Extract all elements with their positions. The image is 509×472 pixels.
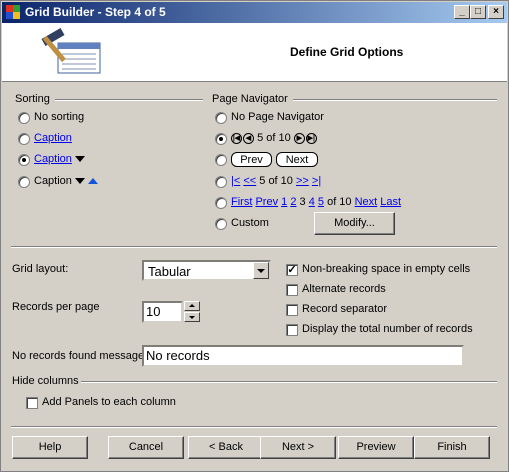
maximize-button[interactable]: □ bbox=[470, 5, 486, 19]
app-icon bbox=[6, 5, 20, 19]
no-records-input[interactable]: No records bbox=[142, 345, 464, 367]
nav-prev-symbol: << bbox=[243, 175, 257, 187]
grid-builder-window: Grid Builder - Step 4 of 5 _ □ × Define … bbox=[0, 0, 509, 472]
last-page-icon: ▶| bbox=[305, 132, 317, 144]
grid-layout-label: Grid layout: bbox=[12, 263, 69, 275]
nav-page-1: 1 bbox=[281, 196, 288, 208]
sorting-label: Sorting bbox=[15, 93, 50, 105]
spin-down-icon[interactable] bbox=[184, 312, 200, 322]
nav-icons-option: |◀ ◀ 5 of 10 ▶ ▶| bbox=[231, 132, 317, 144]
preview-button[interactable]: Preview bbox=[338, 436, 414, 459]
records-spinner[interactable] bbox=[184, 301, 200, 322]
nav-prev-word: Prev bbox=[255, 196, 279, 208]
navigator-divider bbox=[293, 99, 497, 101]
minimize-icon: _ bbox=[459, 6, 465, 17]
nav-none-radio[interactable] bbox=[215, 112, 227, 124]
nav-next-pill: Next bbox=[276, 152, 318, 167]
nbsp-label: Non-breaking space in empty cells bbox=[302, 263, 471, 275]
nav-custom-label: Custom bbox=[231, 217, 269, 229]
nav-text-radio[interactable] bbox=[215, 176, 227, 188]
nav-page-4: 4 bbox=[308, 196, 315, 208]
nav-icons-text: 5 of 10 bbox=[257, 132, 291, 144]
sort-asc-icon bbox=[87, 178, 98, 185]
records-per-page-input[interactable]: 10 bbox=[142, 301, 183, 323]
sort-caption-both-label: Caption bbox=[34, 175, 72, 187]
alternate-records-checkbox[interactable] bbox=[286, 284, 298, 296]
nav-last-symbol: >| bbox=[311, 175, 322, 187]
section-divider bbox=[11, 246, 497, 248]
nav-page-3: 3 bbox=[299, 196, 306, 208]
record-separator-label: Record separator bbox=[302, 303, 387, 315]
sort-none-radio[interactable] bbox=[18, 112, 30, 124]
sort-caption-radio[interactable] bbox=[18, 133, 30, 145]
sorting-divider bbox=[55, 99, 203, 101]
no-records-label: No records found message bbox=[12, 350, 145, 362]
window-title: Grid Builder - Step 4 of 5 bbox=[25, 5, 166, 19]
nav-first-word: First bbox=[231, 196, 253, 208]
sort-desc-icon bbox=[74, 178, 85, 185]
nav-text-option: |< << 5 of 10 >> >| bbox=[231, 175, 321, 187]
title-bar[interactable]: Grid Builder - Step 4 of 5 _ □ × bbox=[2, 2, 507, 23]
first-page-icon: |◀ bbox=[231, 132, 242, 144]
nav-none-label: No Page Navigator bbox=[231, 111, 324, 123]
grid-layout-select[interactable]: Tabular bbox=[142, 260, 271, 281]
nav-next-word: Next bbox=[354, 196, 378, 208]
sort-caption-label: Caption bbox=[34, 132, 72, 144]
nav-next-symbol: >> bbox=[295, 175, 309, 187]
total-records-checkbox[interactable] bbox=[286, 324, 298, 336]
sort-caption-desc-radio[interactable] bbox=[18, 154, 30, 166]
sort-caption-desc-option: Caption bbox=[34, 153, 85, 165]
nav-numbers-radio[interactable] bbox=[215, 197, 227, 209]
close-icon: × bbox=[493, 6, 499, 17]
modify-button[interactable]: Modify... bbox=[314, 212, 395, 235]
add-panels-checkbox[interactable] bbox=[26, 397, 38, 409]
alternate-records-label: Alternate records bbox=[302, 283, 386, 295]
sort-none-label: No sorting bbox=[34, 111, 85, 123]
hide-columns-label: Hide columns bbox=[12, 375, 79, 387]
help-button[interactable]: Help bbox=[12, 436, 88, 459]
total-records-label: Display the total number of records bbox=[302, 323, 473, 335]
next-page-icon: ▶ bbox=[293, 132, 305, 144]
back-button[interactable]: < Back bbox=[188, 436, 264, 459]
nav-mid-text: 5 of 10 bbox=[259, 175, 293, 187]
checkmark-icon: ✓ bbox=[287, 264, 297, 276]
close-button[interactable]: × bbox=[488, 5, 504, 19]
nav-buttons-radio[interactable] bbox=[215, 154, 227, 166]
maximize-icon: □ bbox=[474, 6, 482, 17]
nav-prev-pill: Prev bbox=[231, 152, 272, 167]
record-separator-checkbox[interactable] bbox=[286, 304, 298, 316]
grid-layout-value: Tabular bbox=[148, 264, 191, 279]
bottom-divider bbox=[11, 426, 497, 428]
add-panels-label: Add Panels to each column bbox=[42, 396, 176, 408]
records-per-page-label: Records per page bbox=[12, 301, 100, 313]
nav-page-5: 5 bbox=[317, 196, 325, 208]
spin-up-icon[interactable] bbox=[184, 301, 200, 311]
hide-columns-divider bbox=[81, 381, 497, 383]
prev-page-icon: ◀ bbox=[243, 132, 254, 144]
minimize-button[interactable]: _ bbox=[454, 5, 470, 19]
next-button[interactable]: Next > bbox=[260, 436, 336, 459]
navigator-label: Page Navigator bbox=[212, 93, 288, 105]
sort-desc-icon bbox=[74, 156, 85, 163]
wizard-header: Define Grid Options bbox=[2, 23, 507, 82]
sort-caption-desc-label: Caption bbox=[34, 153, 72, 165]
chevron-down-icon[interactable] bbox=[253, 262, 269, 279]
page-title: Define Grid Options bbox=[290, 45, 404, 59]
nav-custom-radio[interactable] bbox=[215, 218, 227, 230]
sort-caption-both-radio[interactable] bbox=[18, 176, 30, 188]
nav-numbers-option: First Prev 1 2 3 4 5 of 10 Next Last bbox=[231, 196, 401, 208]
finish-button[interactable]: Finish bbox=[414, 436, 490, 459]
nav-page-2: 2 bbox=[290, 196, 297, 208]
sort-caption-both-option: Caption bbox=[34, 175, 98, 187]
nav-first-symbol: |< bbox=[231, 175, 241, 187]
nav-last-word: Last bbox=[380, 196, 402, 208]
cancel-button[interactable]: Cancel bbox=[108, 436, 184, 459]
nav-icons-radio[interactable] bbox=[215, 133, 227, 145]
hammer-grid-icon bbox=[41, 28, 101, 74]
nbsp-checkbox[interactable]: ✓ bbox=[286, 264, 298, 276]
nav-of-10: of 10 bbox=[327, 196, 352, 208]
